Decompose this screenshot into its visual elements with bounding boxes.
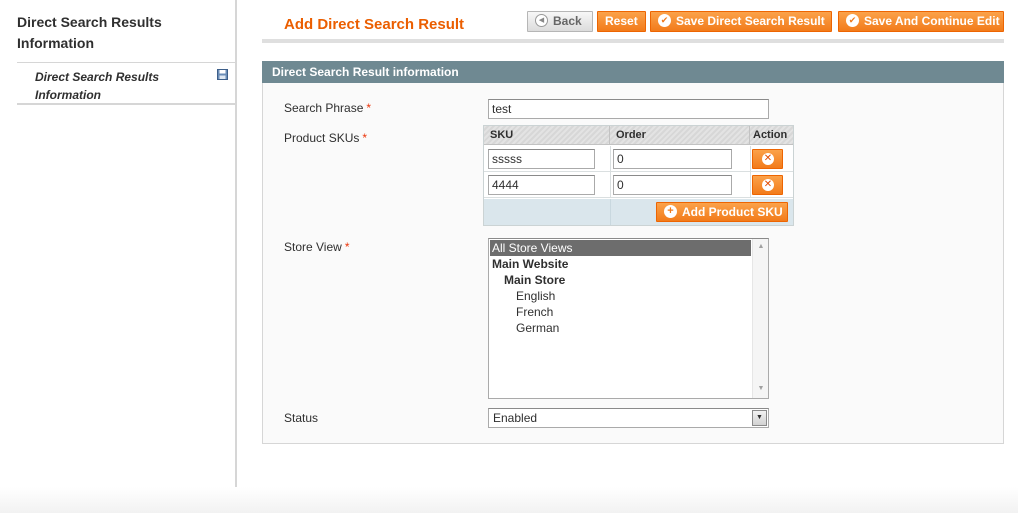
status-label: Status [284, 411, 319, 425]
fieldset-title: Direct Search Result information [262, 61, 1004, 83]
delete-row-button[interactable]: ✕ [752, 175, 783, 195]
status-selected-value: Enabled [493, 411, 538, 425]
table-row: sssss 0 ✕ [484, 146, 793, 172]
product-skus-label-text: Product SKUs [284, 131, 360, 145]
cell-divider [610, 146, 611, 171]
status-select[interactable]: Enabled ▼ [488, 408, 769, 428]
save-icon [217, 69, 228, 80]
check-icon: ✔ [658, 14, 671, 28]
add-product-sku-label: Add Product SKU [682, 205, 783, 219]
required-mark: * [362, 131, 368, 145]
add-product-sku-button[interactable]: + Add Product SKU [656, 202, 788, 222]
order-input[interactable]: 0 [613, 175, 732, 195]
sku-input[interactable]: sssss [488, 149, 595, 169]
sidebar-item-label: Direct Search Results Information [35, 70, 160, 102]
store-option-french[interactable]: French [490, 304, 751, 320]
sidebar-item-direct-search-results-information[interactable]: Direct Search Results Information [17, 63, 236, 105]
back-button[interactable]: ◀ Back [527, 11, 593, 32]
order-column-header: Order [610, 126, 750, 145]
search-phrase-label: Search Phrase * [284, 101, 371, 115]
action-column-header: Action [753, 129, 788, 141]
sku-grid-footer: + Add Product SKU [484, 199, 793, 225]
delete-icon: ✕ [762, 153, 774, 165]
chevron-down-icon[interactable]: ▼ [752, 410, 767, 426]
table-row: 4444 0 ✕ [484, 172, 793, 198]
product-skus-grid: SKU Order Action sssss 0 ✕ 4444 0 ✕ + Ad… [483, 125, 794, 226]
check-icon: ✔ [846, 14, 859, 28]
store-option-main-website[interactable]: Main Website [490, 256, 751, 272]
save-and-continue-button[interactable]: ✔ Save And Continue Edit [838, 11, 1004, 32]
reset-button-label: Reset [605, 14, 638, 28]
sidebar-title: Direct Search Results Information [17, 14, 162, 51]
page-footer-strip [0, 487, 1018, 513]
store-view-label: Store View * [284, 240, 349, 254]
cell-divider [750, 146, 751, 171]
scrollbar[interactable]: ▲ ▼ [752, 239, 768, 398]
cell-divider [750, 172, 751, 197]
store-view-multiselect[interactable]: All Store Views Main Website Main Store … [488, 238, 769, 399]
required-mark: * [366, 101, 372, 115]
store-option-german[interactable]: German [490, 320, 751, 336]
save-button[interactable]: ✔ Save Direct Search Result [650, 11, 832, 32]
reset-button[interactable]: Reset [597, 11, 646, 32]
product-skus-label: Product SKUs * [284, 131, 367, 145]
sku-grid-header: SKU Order Action [484, 126, 793, 145]
search-phrase-label-text: Search Phrase [284, 101, 364, 115]
store-option-english[interactable]: English [490, 288, 751, 304]
search-phrase-input[interactable]: test [488, 99, 769, 119]
sku-input[interactable]: 4444 [488, 175, 595, 195]
back-button-label: Back [553, 14, 582, 28]
scroll-down-icon[interactable]: ▼ [756, 384, 766, 394]
back-arrow-icon: ◀ [535, 14, 548, 28]
store-option-main-store[interactable]: Main Store [490, 272, 751, 288]
save-and-continue-button-label: Save And Continue Edit [864, 14, 1000, 28]
scroll-up-icon[interactable]: ▲ [756, 242, 766, 252]
sku-column-header: SKU [484, 126, 610, 145]
save-button-label: Save Direct Search Result [676, 14, 825, 28]
sidebar: Direct Search Results Information Direct… [0, 0, 237, 487]
fieldset: Search Phrase * test Product SKUs * SKU Or… [262, 83, 1004, 444]
delete-icon: ✕ [762, 179, 774, 191]
order-input[interactable]: 0 [613, 149, 732, 169]
cell-divider [610, 199, 611, 225]
delete-row-button[interactable]: ✕ [752, 149, 783, 169]
required-mark: * [344, 240, 350, 254]
content-header: Add Direct Search Result ◀ Back Reset ✔ Sa… [262, 10, 1004, 43]
store-option-all-store-views[interactable]: All Store Views [490, 240, 751, 256]
cell-divider [610, 172, 611, 197]
plus-icon: + [664, 205, 677, 219]
store-view-label-text: Store View [284, 240, 342, 254]
page-title: Add Direct Search Result [284, 16, 465, 33]
